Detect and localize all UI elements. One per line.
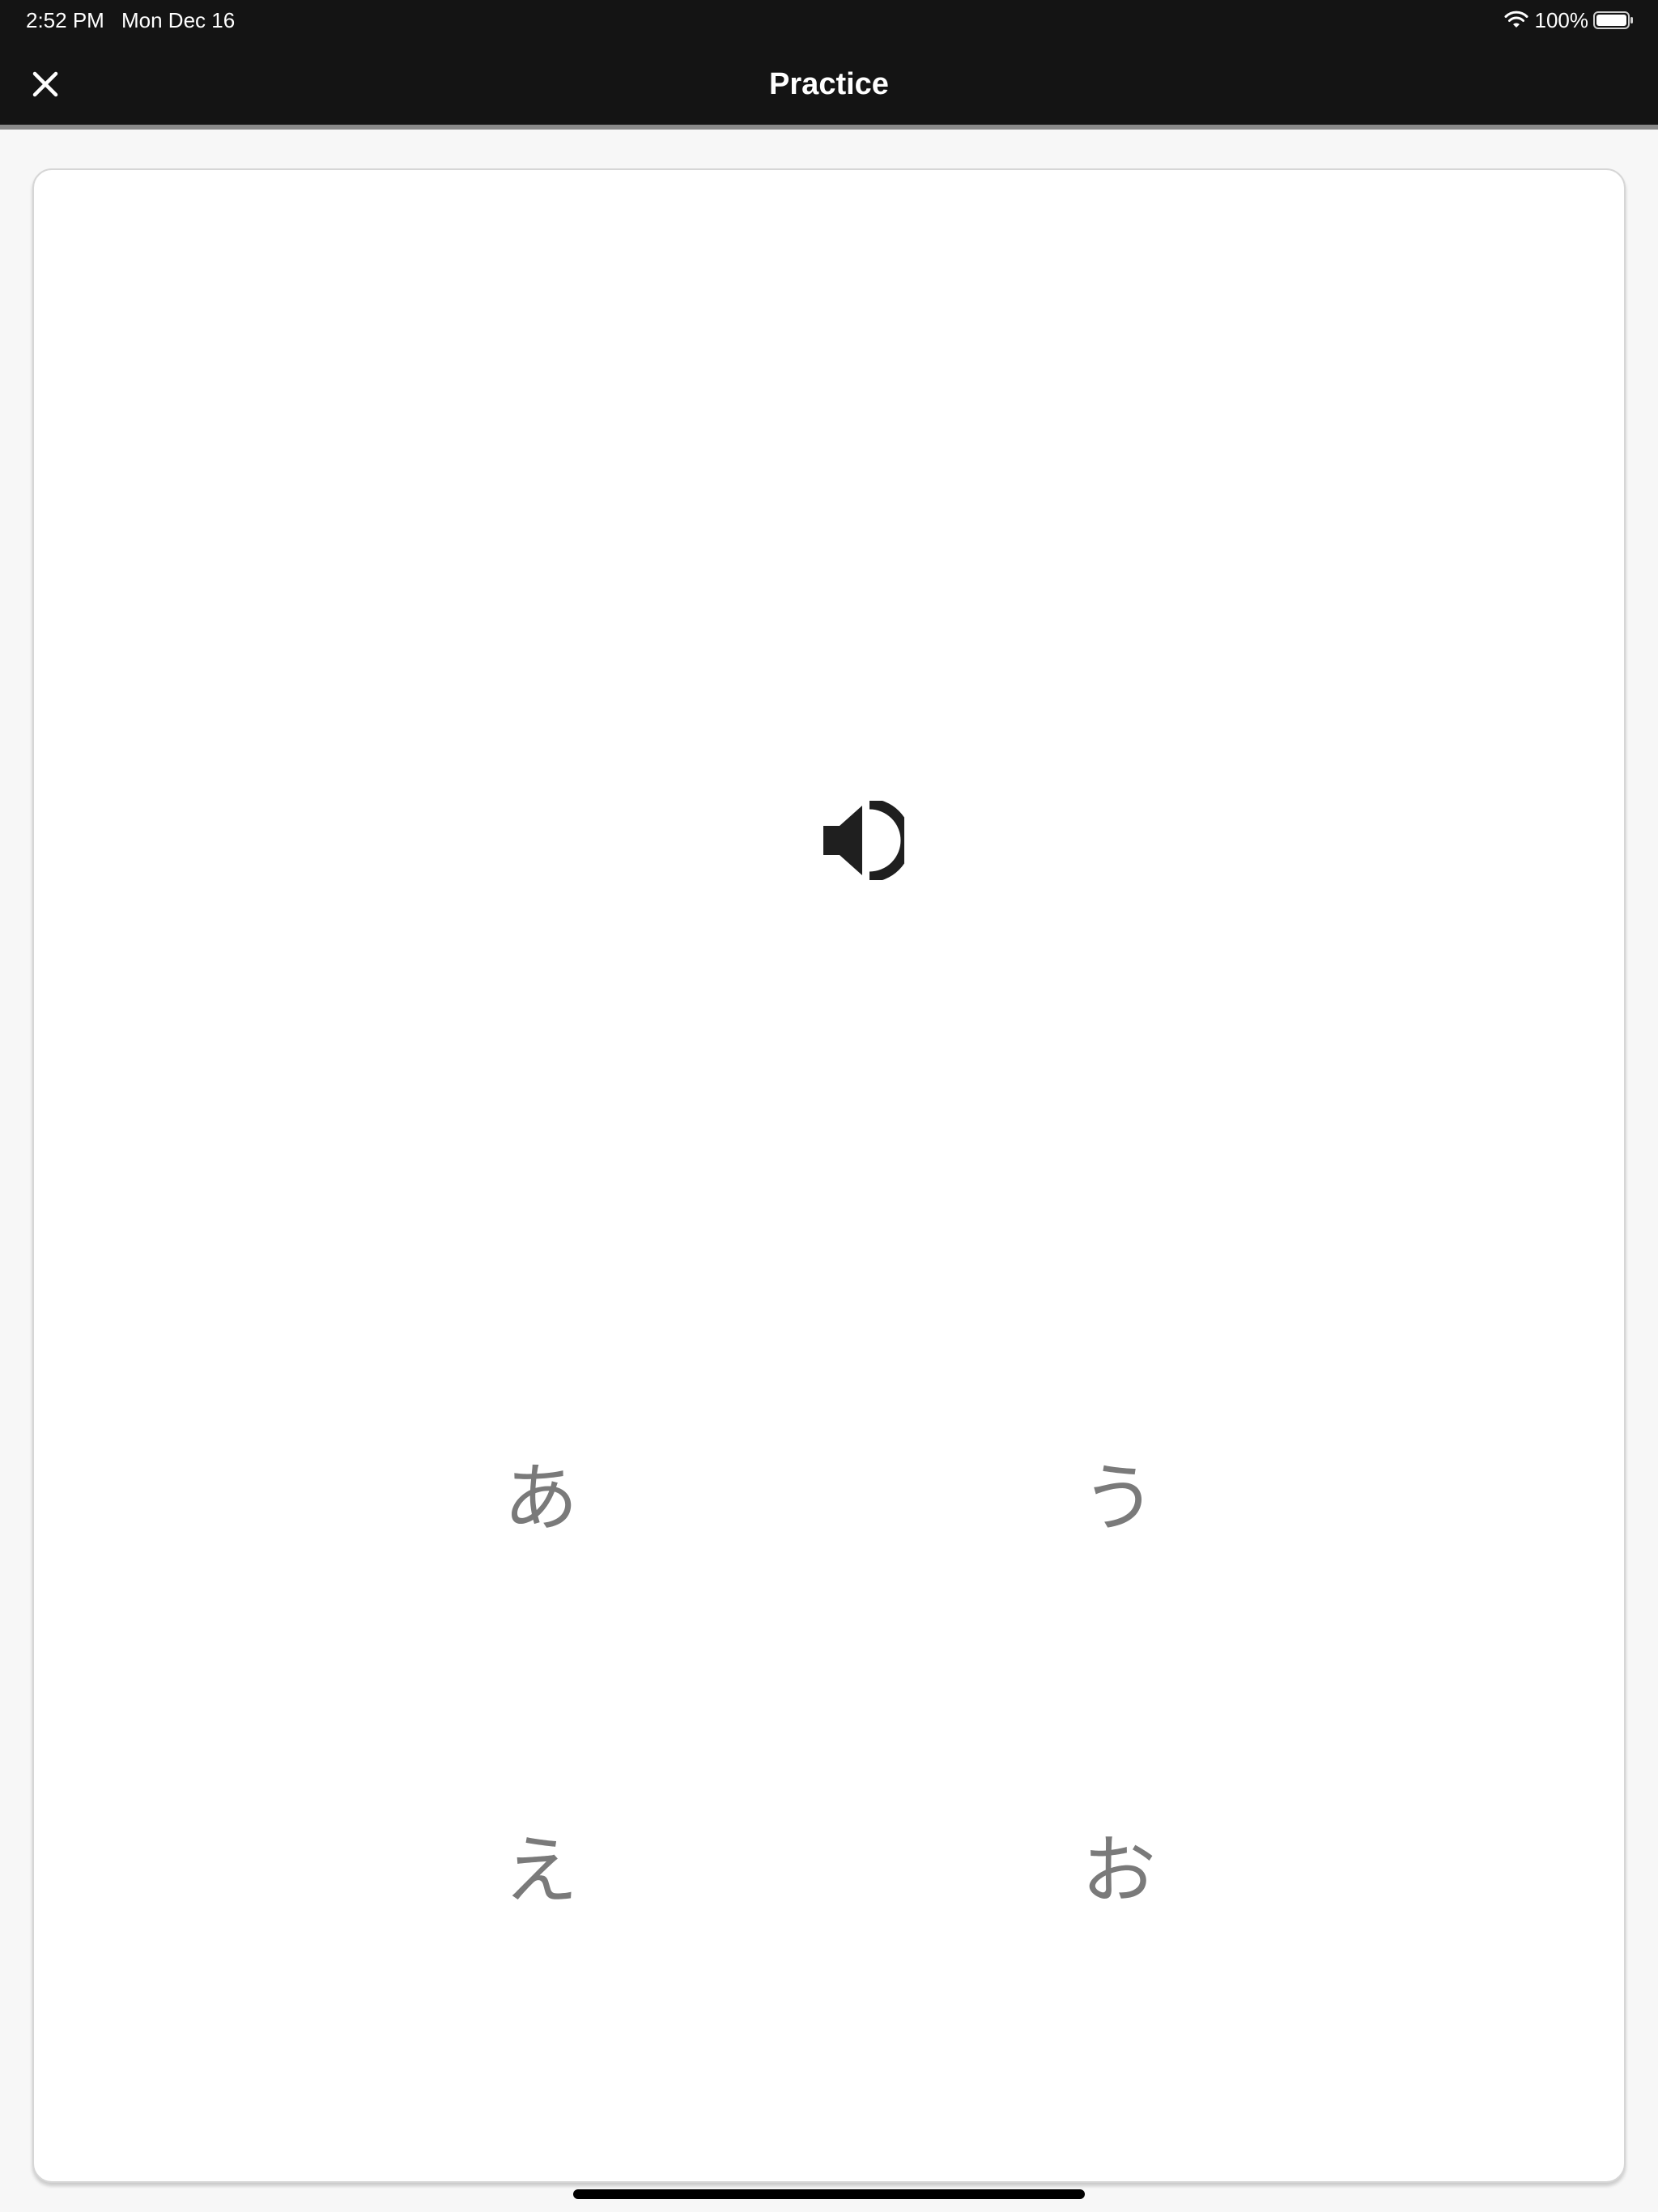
answer-choice[interactable]: あ [419, 1419, 662, 1564]
status-indicators: 100% [1504, 6, 1635, 34]
home-indicator[interactable] [573, 2189, 1085, 2199]
battery-percent: 100% [1534, 7, 1589, 32]
answer-choice[interactable]: え [419, 1791, 662, 1937]
answer-choice[interactable]: う [997, 1419, 1240, 1564]
status-date: Mon Dec 16 [121, 8, 236, 32]
practice-card: あ う え お [32, 168, 1626, 2183]
battery-icon [1593, 11, 1633, 29]
play-audio-button[interactable] [813, 795, 913, 886]
answer-choice[interactable]: お [997, 1791, 1240, 1937]
page-title: Practice [769, 67, 889, 101]
top-bar: 2:52 PM Mon Dec 16 100% Practice [0, 0, 1658, 130]
speaker-icon [823, 801, 904, 880]
status-time: 2:52 PM [26, 8, 104, 32]
wifi-icon [1504, 11, 1528, 28]
